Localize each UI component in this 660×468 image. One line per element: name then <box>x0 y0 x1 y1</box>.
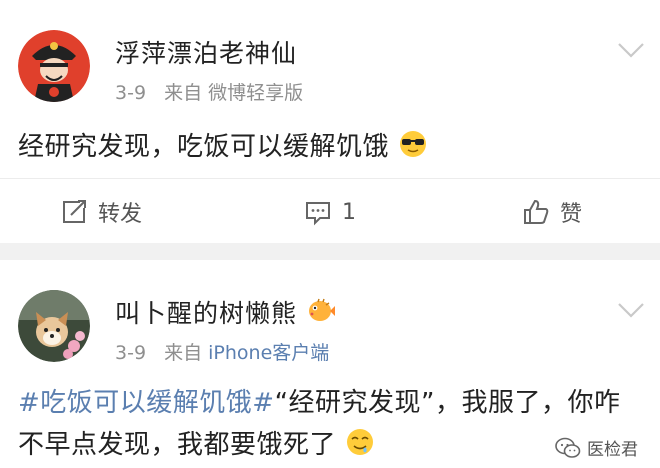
like-button[interactable]: 赞 <box>522 197 582 227</box>
post-divider <box>0 243 660 260</box>
post-date: 3-9 <box>115 82 147 104</box>
drooling-emoji <box>346 429 373 455</box>
username[interactable]: 叫卜醒的树懒熊 <box>115 294 336 330</box>
source-app[interactable]: iPhone客户端 <box>208 342 329 364</box>
post-date: 3-9 <box>115 342 147 364</box>
username-text: 叫卜醒的树懒熊 <box>115 299 298 328</box>
hashtag-link[interactable]: #吃饭可以缓解饥饿# <box>18 388 275 418</box>
chevron-down-icon[interactable] <box>616 300 646 320</box>
source-prefix: 来自 <box>164 82 203 104</box>
sunglasses-emoji <box>399 131 426 157</box>
watermark-label: 医检君 <box>587 440 638 460</box>
watermark: 医检君 <box>555 435 638 460</box>
post-text: 经研究发现，吃饭可以缓解饥饿 <box>18 132 390 162</box>
post-meta: 3-9 来自 iPhone客户端 <box>115 338 329 365</box>
post-content: #吃饭可以缓解饥饿#“经研究发现”，我服了，你咋不早点发现，我都要饿死了 <box>18 382 640 466</box>
user-avatar[interactable] <box>18 30 90 102</box>
wechat-icon <box>555 437 581 458</box>
user-avatar[interactable] <box>18 290 90 362</box>
post-content: 经研究发现，吃饭可以缓解饥饿 <box>18 126 640 168</box>
source-app[interactable]: 微博轻享版 <box>208 82 303 104</box>
weibo-post-1: 浮萍漂泊老神仙 3-9 来自 微博轻享版 经研究发现，吃饭可以缓解饥饿 转发 1… <box>0 0 660 243</box>
chevron-down-icon[interactable] <box>616 40 646 60</box>
comment-count: 1 <box>342 199 356 225</box>
like-label: 赞 <box>560 202 583 227</box>
repost-button[interactable]: 转发 <box>60 197 142 227</box>
thumbs-up-icon <box>524 199 549 224</box>
source-prefix: 来自 <box>164 342 203 364</box>
repost-label: 转发 <box>98 202 143 227</box>
comment-button[interactable]: 1 <box>304 197 356 227</box>
username[interactable]: 浮萍漂泊老神仙 <box>115 34 297 70</box>
pufferfish-emoji <box>308 298 335 321</box>
comment-icon <box>306 202 330 226</box>
post-actions: 转发 1 赞 <box>0 178 660 243</box>
repost-icon <box>63 200 86 223</box>
post-meta: 3-9 来自 微博轻享版 <box>115 78 303 105</box>
